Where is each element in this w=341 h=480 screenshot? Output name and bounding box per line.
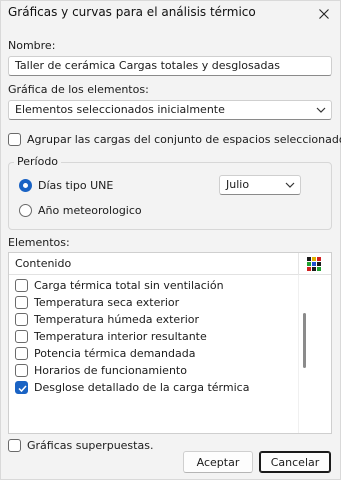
window-title: Gráficas y curvas para el análisis térmi…: [8, 5, 256, 19]
list-item[interactable]: Temperatura húmeda exterior: [15, 311, 199, 328]
checkbox-box: [8, 133, 21, 146]
list-item-label: Temperatura seca exterior: [34, 296, 180, 309]
checkbox-box[interactable]: [15, 279, 28, 292]
radio-button: [19, 204, 32, 217]
list-item[interactable]: Desglose detallado de la carga térmica: [15, 379, 249, 396]
list-item[interactable]: Temperatura seca exterior: [15, 294, 179, 311]
month-select[interactable]: Julio: [219, 175, 301, 195]
list-item[interactable]: Horarios de funcionamiento: [15, 362, 187, 379]
period-group-title: Período: [14, 155, 62, 168]
accept-button[interactable]: Aceptar: [183, 451, 253, 473]
checkbox-box[interactable]: [15, 330, 28, 343]
elements-label: Elementos:: [8, 236, 70, 249]
radio-weather-year-label: Año meteorologico: [38, 204, 142, 217]
close-icon: [319, 9, 329, 19]
radio-une-days-label: Días tipo UNE: [38, 179, 114, 192]
name-label: Nombre:: [8, 39, 56, 52]
period-group: [8, 162, 332, 230]
checkbox-box: [8, 439, 21, 452]
overlay-graphs-label: Gráficas superpuestas.: [27, 439, 154, 452]
list-scrollbar[interactable]: [303, 313, 306, 368]
list-item[interactable]: Potencia térmica demandada: [15, 345, 195, 362]
month-value: Julio: [226, 178, 250, 191]
list-item[interactable]: Carga térmica total sin ventilación: [15, 277, 224, 294]
radio-button-selected: [19, 179, 32, 192]
overlay-graphs-checkbox[interactable]: Gráficas superpuestas.: [8, 439, 153, 452]
checkbox-box[interactable]: [15, 364, 28, 377]
grid-color-icon[interactable]: [307, 257, 321, 271]
title-bar: Gráficas y curvas para el análisis térmi…: [1, 1, 340, 27]
dialog-window: Gráficas y curvas para el análisis térmi…: [0, 0, 341, 480]
elements-graph-label: Gráfica de los elementos:: [8, 83, 149, 96]
elements-list: Contenido Carga térmica total sin ventil…: [8, 252, 332, 434]
checkbox-box[interactable]: [15, 296, 28, 309]
header-separator: [298, 253, 299, 275]
list-item-label: Desglose detallado de la carga térmica: [34, 381, 250, 394]
column-header-content[interactable]: Contenido: [15, 257, 71, 270]
chevron-down-icon: [316, 107, 326, 113]
checkbox-box[interactable]: [15, 347, 28, 360]
list-item-label: Temperatura húmeda exterior: [34, 313, 200, 326]
radio-weather-year[interactable]: Año meteorologico: [19, 204, 142, 217]
group-loads-checkbox[interactable]: Agrupar las cargas del conjunto de espac…: [8, 133, 341, 146]
checkmark-icon: [18, 385, 27, 393]
elements-graph-select[interactable]: Elementos seleccionados inicialmente: [8, 100, 332, 120]
list-header: Contenido: [9, 253, 331, 275]
list-item-label: Temperatura interior resultante: [34, 330, 207, 343]
elements-graph-value: Elementos seleccionados inicialmente: [15, 103, 225, 116]
list-item-label: Horarios de funcionamiento: [34, 364, 187, 377]
name-input[interactable]: Taller de cerámica Cargas totales y desg…: [8, 56, 332, 76]
cancel-button[interactable]: Cancelar: [259, 451, 331, 473]
list-item-label: Potencia térmica demandada: [34, 347, 196, 360]
close-button[interactable]: [312, 3, 336, 25]
list-item-label: Carga térmica total sin ventilación: [34, 279, 224, 292]
radio-une-days[interactable]: Días tipo UNE: [19, 179, 113, 192]
list-item[interactable]: Temperatura interior resultante: [15, 328, 207, 345]
group-loads-label: Agrupar las cargas del conjunto de espac…: [27, 133, 341, 146]
chevron-down-icon: [285, 182, 295, 188]
checkbox-box[interactable]: [15, 313, 28, 326]
column-separator: [298, 275, 299, 433]
checkbox-box-checked[interactable]: [15, 381, 28, 394]
